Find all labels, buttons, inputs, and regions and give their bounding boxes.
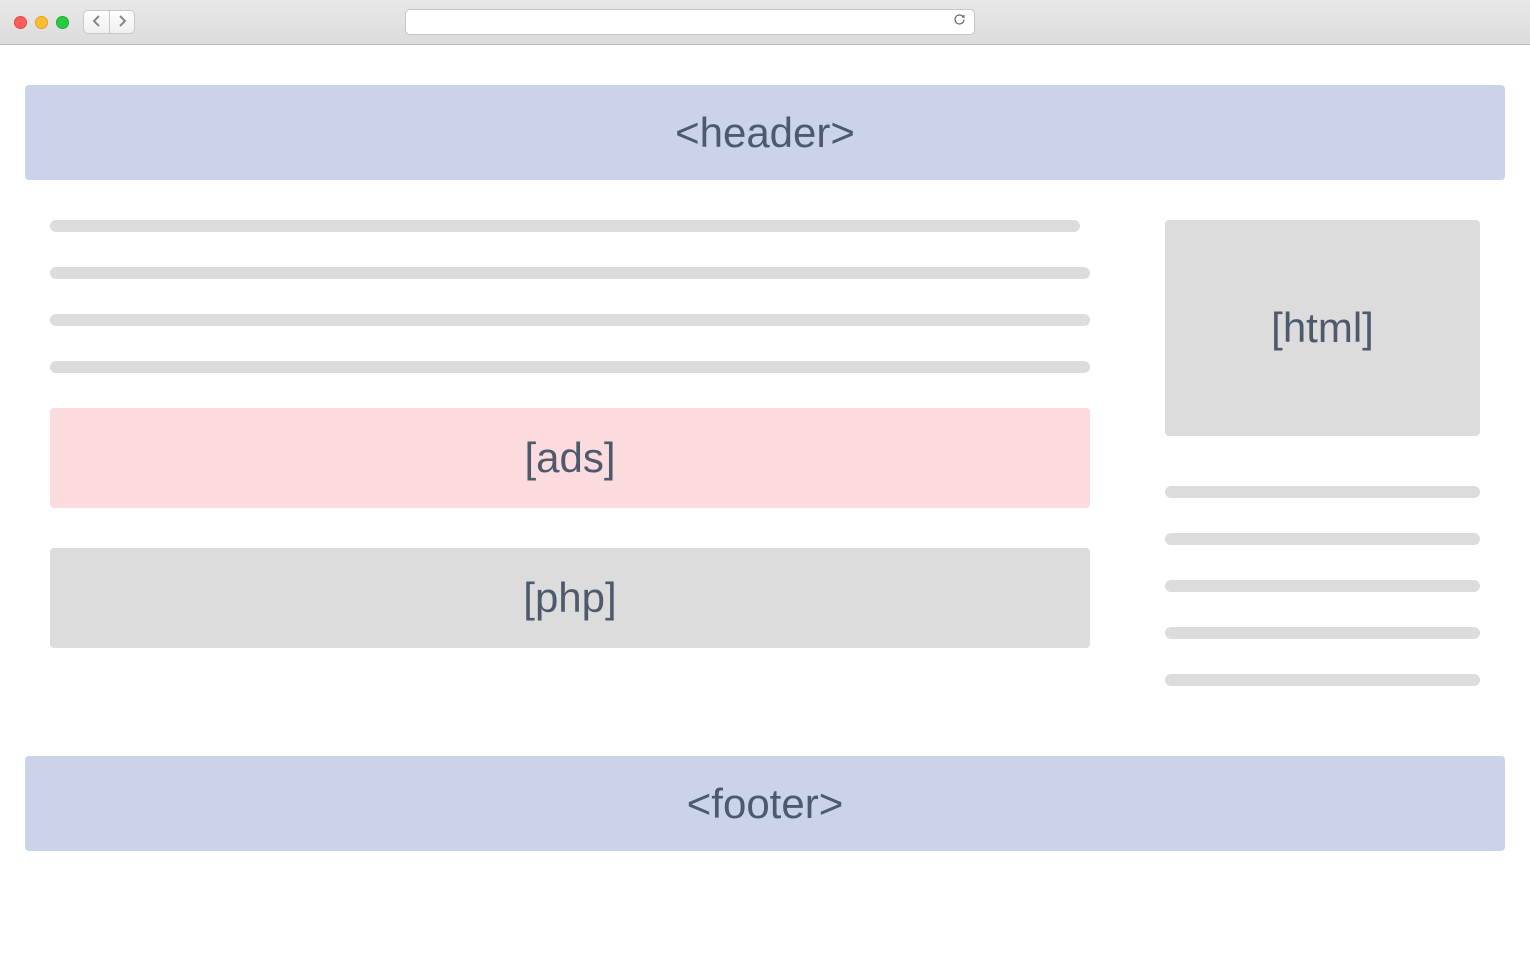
sidebar-column: [html]: [1165, 220, 1505, 721]
main-column: [ads] [php]: [25, 220, 1090, 721]
text-placeholder-line: [1165, 627, 1480, 639]
php-region: [php]: [50, 548, 1090, 648]
text-placeholder-line: [1165, 580, 1480, 592]
minimize-window-button[interactable]: [35, 16, 48, 29]
html-region: [html]: [1165, 220, 1480, 436]
footer-region: <footer>: [25, 756, 1505, 851]
ads-region: [ads]: [50, 408, 1090, 508]
maximize-window-button[interactable]: [56, 16, 69, 29]
text-placeholder-line: [1165, 486, 1480, 498]
content-columns: [ads] [php] [html]: [25, 220, 1505, 721]
text-placeholder-line: [50, 361, 1090, 373]
chevron-right-icon: [117, 14, 127, 30]
text-placeholder-line: [50, 267, 1090, 279]
text-placeholder-line: [50, 314, 1090, 326]
page-content: <header> [ads] [php] [html]: [0, 45, 1530, 851]
reload-icon[interactable]: [953, 13, 966, 31]
chevron-left-icon: [92, 14, 102, 30]
window-controls: [14, 16, 69, 29]
browser-toolbar: [0, 0, 1530, 45]
forward-button[interactable]: [109, 10, 135, 34]
html-label: [html]: [1271, 304, 1374, 352]
close-window-button[interactable]: [14, 16, 27, 29]
header-label: <header>: [675, 109, 855, 157]
footer-label: <footer>: [687, 780, 843, 828]
text-placeholder-line: [1165, 533, 1480, 545]
address-bar[interactable]: [405, 9, 975, 35]
header-region: <header>: [25, 85, 1505, 180]
back-button[interactable]: [83, 10, 109, 34]
nav-buttons: [83, 10, 135, 34]
php-label: [php]: [523, 574, 616, 622]
ads-label: [ads]: [524, 434, 615, 482]
text-placeholder-line: [1165, 674, 1480, 686]
text-placeholder-line: [50, 220, 1080, 232]
